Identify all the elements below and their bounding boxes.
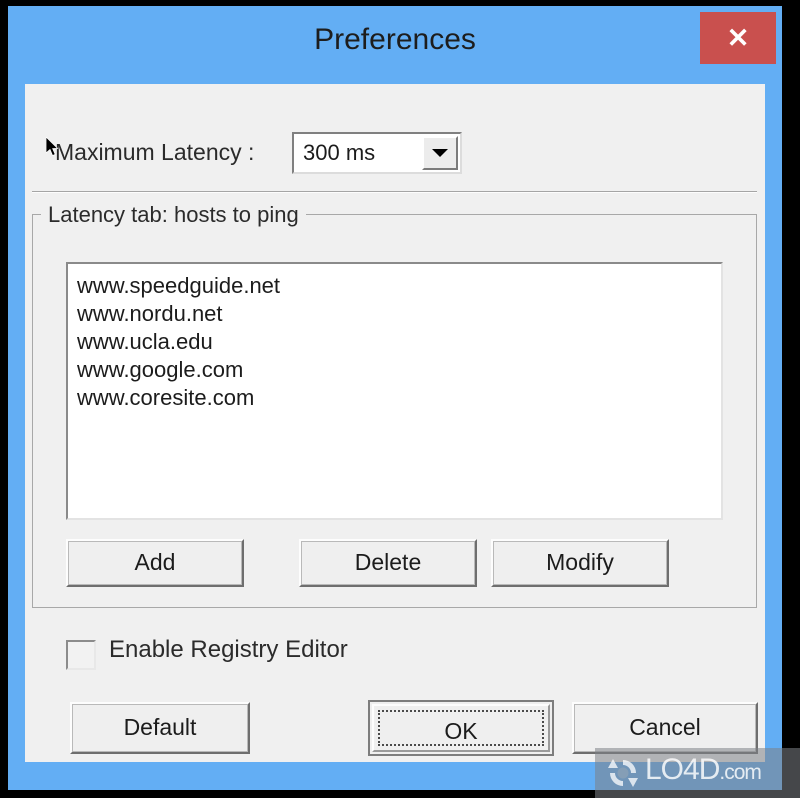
list-item[interactable]: www.ucla.edu [77,328,719,356]
enable-registry-editor-label[interactable]: Enable Registry Editor [109,636,348,664]
list-item[interactable]: www.nordu.net [77,300,719,328]
horizontal-separator [32,191,757,193]
preferences-window: Preferences ✕ Maximum Latency : 300 ms L… [8,6,782,790]
list-item[interactable]: www.coresite.com [77,384,719,412]
hosts-list: www.speedguide.net www.nordu.net www.ucl… [77,272,719,412]
close-button[interactable]: ✕ [700,12,776,64]
close-icon: ✕ [726,23,750,53]
ok-button[interactable]: OK [368,700,554,756]
list-item[interactable]: www.speedguide.net [77,272,719,300]
modify-button-label: Modify [546,549,614,575]
cancel-button-label: Cancel [629,714,701,740]
delete-button-label: Delete [354,549,422,575]
hosts-group-legend: Latency tab: hosts to ping [41,202,306,228]
hosts-listbox[interactable]: www.speedguide.net www.nordu.net www.ucl… [66,262,723,520]
modify-button[interactable]: Modify [491,539,669,587]
delete-button[interactable]: Delete [299,539,477,587]
chevron-down-icon[interactable] [422,136,458,170]
default-button[interactable]: Default [70,702,250,754]
max-latency-label: Maximum Latency : [55,139,255,165]
dialog-client-area: Maximum Latency : 300 ms Latency tab: ho… [25,84,765,762]
max-latency-value: 300 ms [303,140,376,165]
max-latency-row: Maximum Latency : 300 ms [25,84,765,174]
ok-button-bevel: OK [372,704,550,752]
max-latency-combobox[interactable]: 300 ms [292,132,462,174]
screenshot-canvas: Preferences ✕ Maximum Latency : 300 ms L… [0,0,800,798]
title-bar: Preferences ✕ [8,6,782,84]
window-title: Preferences [314,23,476,56]
add-button[interactable]: Add [66,539,244,587]
default-button-label: Default [123,714,197,740]
list-item[interactable]: www.google.com [77,356,719,384]
ok-button-label: OK [444,718,478,744]
enable-registry-editor-checkbox[interactable] [66,640,96,670]
ok-button-focus-ring: OK [378,710,544,746]
add-button-label: Add [134,549,176,575]
cancel-button[interactable]: Cancel [572,702,758,754]
